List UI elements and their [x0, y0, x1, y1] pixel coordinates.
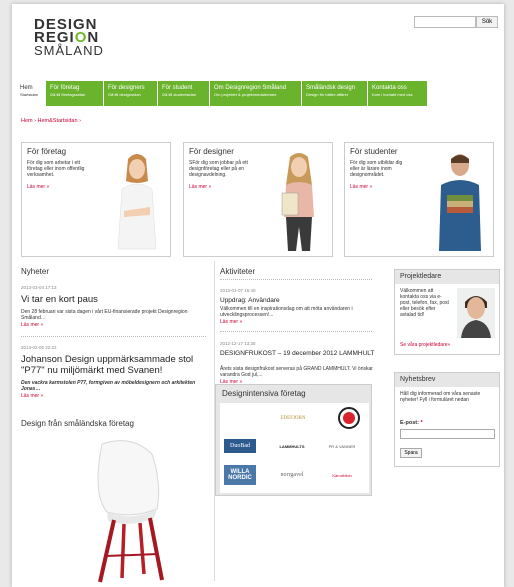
news-date: 2013-03-04 17:13	[21, 285, 57, 290]
logo-andre[interactable]	[338, 407, 360, 429]
search-button[interactable]: Sök	[476, 16, 498, 28]
nav-item-student[interactable]: För student Gå till studentsidan	[158, 81, 210, 106]
box-studenter[interactable]: För studenter För dig som utbildar dig e…	[344, 142, 494, 257]
separator	[21, 336, 206, 337]
read-more-link[interactable]: Läs mer »	[21, 322, 43, 328]
newsletter-save-button[interactable]: Spara	[400, 448, 422, 458]
box-text: SFör dig som jobbar på ett designföretag…	[189, 160, 248, 178]
search-input[interactable]	[414, 16, 476, 28]
logo-norrgavel[interactable]: norrgavel	[272, 469, 312, 481]
news-text: Den 28 februari var sista dagen i vårt E…	[21, 309, 188, 321]
newsletter-email-input[interactable]	[400, 429, 495, 439]
read-more-link[interactable]: Läs mer »	[220, 319, 242, 325]
search-area: Sök	[414, 16, 498, 28]
businesswoman-image	[117, 154, 157, 250]
nav-item-om[interactable]: Om Designregion Småland Om projektet & pr…	[210, 81, 302, 106]
page: DESIGN REGION SMÅLAND Sök Hem Startsidan …	[12, 4, 504, 587]
newsletter-title: Nyhetsbrev	[395, 373, 499, 387]
logo-lammhults[interactable]: LAMMHULTS	[272, 441, 312, 451]
read-more-link[interactable]: Läs mer »	[21, 393, 43, 399]
activity-heading[interactable]: DESIGNFRUKOST – 19 december 2012 LAMMHUL…	[220, 350, 375, 358]
box-foretag[interactable]: För företag För dig som arbetar i ett fö…	[21, 142, 171, 257]
read-more-link[interactable]: Läs mer »	[27, 184, 49, 190]
companies-box: Designintensiva företag EDEFJORN DuoBad …	[215, 384, 372, 496]
logo-pr-vanner[interactable]: PR & VANNER	[322, 441, 362, 451]
logo-karrutbildn[interactable]: Kärrutbildn	[322, 469, 362, 481]
activity-text: Årets sista designfrukost serveras på GR…	[220, 366, 373, 378]
project-title: Projektledare	[395, 270, 499, 284]
email-label: E-post: *	[400, 420, 423, 426]
box-text: För dig som utbildar dig eller är lärare…	[350, 160, 403, 178]
breadcrumb[interactable]: Hem › Hem&Startsidan ›	[21, 118, 81, 124]
nav-item-designers[interactable]: För designers Gå till designsidan	[104, 81, 158, 106]
newsletter-box: Nyhetsbrev Håll dig informerad om våra s…	[394, 372, 500, 467]
main-nav: Hem Startsidan För företag Gå till företag…	[16, 81, 504, 106]
site-logo[interactable]: DESIGN REGION SMÅLAND	[34, 17, 104, 58]
logo-duobad[interactable]: DuoBad	[224, 439, 256, 453]
activity-date: 2013-01-07 15:40	[220, 288, 256, 293]
box-title: För designer	[189, 147, 234, 156]
news-heading[interactable]: Johanson Design uppmärksammade stol "P77…	[21, 354, 206, 376]
project-leader-box: Projektledare Välkommen att kontakta oss…	[394, 269, 500, 355]
activity-heading[interactable]: Uppdrag: Användare	[220, 297, 375, 305]
nav-item-home[interactable]: Hem Startsidan	[16, 81, 46, 106]
nav-item-smalandsk-design[interactable]: Småländsk design Design för bättre affäre…	[302, 81, 368, 106]
designer-image	[281, 153, 314, 251]
box-title: För studenter	[350, 147, 398, 156]
andre-mark-icon	[343, 412, 355, 424]
nav-item-kontakt[interactable]: Kontakta oss Kom i kontakt med oss	[368, 81, 428, 106]
read-more-link[interactable]: Läs mer »	[350, 184, 372, 190]
read-more-link[interactable]: Läs mer »	[189, 184, 211, 190]
student-image	[439, 154, 481, 251]
newsletter-text: Håll dig informerad om våra senaste nyhe…	[400, 391, 481, 403]
project-leader-photo	[457, 288, 495, 338]
separator	[220, 331, 372, 332]
companies-logo-grid: EDEFJORN DuoBad LAMMHULTS PR & VANNER WI…	[220, 403, 369, 493]
logo-edefjorn[interactable]: EDEFJORN	[268, 411, 318, 425]
news-heading[interactable]: Vi tar en kort paus	[21, 294, 206, 305]
project-text: Välkommen att kontakta oss via e-post, t…	[400, 288, 449, 318]
companies-title: Designintensiva företag	[222, 389, 306, 398]
activities-title: Aktiviteter	[220, 267, 256, 276]
chair-image	[97, 440, 164, 583]
logo-willa-nordic[interactable]: WILLA NORDIC	[224, 465, 256, 485]
box-title: För företag	[27, 147, 67, 156]
logo-line-3: SMÅLAND	[34, 43, 104, 58]
news-date: 2013-02-05 22:22	[21, 345, 57, 350]
news-title: Nyheter	[21, 267, 50, 276]
box-designer[interactable]: För designer SFör dig som jobbar på ett …	[183, 142, 333, 257]
project-leaders-link[interactable]: Se våra projektledare»	[400, 342, 450, 348]
news-text: Den vackra karmstolen P77, formgiven av …	[21, 380, 196, 392]
activity-text: Välkommen till en inspirationsdag om att…	[220, 306, 353, 318]
activity-date: 2012-12-17 13:35	[220, 341, 256, 346]
design-title: Design från småländska företag	[21, 419, 134, 428]
nav-item-foretag[interactable]: För företag Gå till företagssidan	[46, 81, 104, 106]
box-text: För dig som arbetar i ett företag eller …	[27, 160, 85, 178]
separator	[220, 279, 372, 280]
